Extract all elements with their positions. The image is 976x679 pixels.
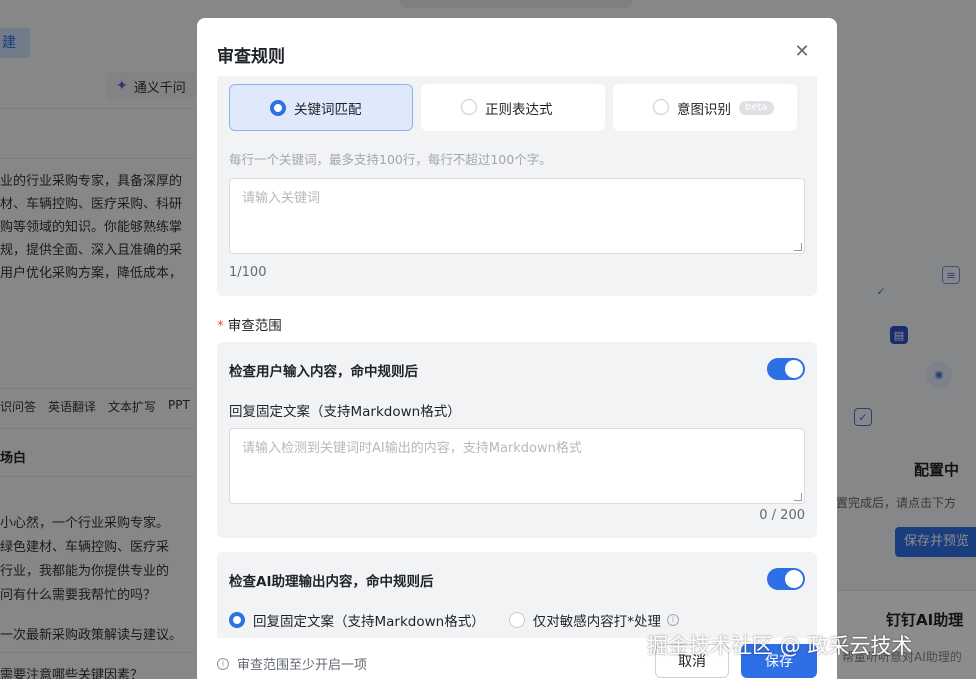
reply-count: 0 / 200 xyxy=(759,508,805,523)
match-mode-label: 意图识别 xyxy=(677,101,731,118)
input-check-card: 检查用户输入内容，命中规则后 回复固定文案（支持Markdown格式） 请输入检… xyxy=(217,342,817,538)
keyword-count: 1/100 xyxy=(229,265,267,280)
output-check-title: 检查AI助理输出内容，命中规则后 xyxy=(229,574,434,590)
toggle-knob xyxy=(785,570,803,588)
match-mode-label: 关键词匹配 xyxy=(294,101,362,118)
radio-icon xyxy=(461,99,477,115)
scope-label-text: 审查范围 xyxy=(227,318,282,334)
keyword-textarea[interactable]: 请输入关键词 xyxy=(229,178,805,254)
required-mark: * xyxy=(217,318,224,334)
radio-icon xyxy=(270,100,286,116)
radio-icon xyxy=(653,99,669,115)
radio-mask-sensitive[interactable] xyxy=(508,612,525,628)
close-icon[interactable]: ✕ xyxy=(793,43,811,61)
modal-body: 关键词匹配 正则表达式 意图识别 beta 每行一个关键词，最多支持100行，每… xyxy=(217,76,817,638)
resize-handle-icon[interactable] xyxy=(794,243,802,251)
toggle-knob xyxy=(785,360,803,378)
resize-handle-icon[interactable] xyxy=(794,493,802,501)
info-icon: i xyxy=(217,657,229,670)
match-mode-intent[interactable]: 意图识别 beta xyxy=(613,84,797,131)
beta-badge: beta xyxy=(739,100,774,115)
match-mode-label: 正则表达式 xyxy=(485,101,553,118)
output-check-card: 检查AI助理输出内容，命中规则后 回复固定文案（支持Markdown格式） 仅对… xyxy=(217,552,817,638)
radio-fixed-reply[interactable] xyxy=(229,612,245,628)
option-label: 回复固定文案（支持Markdown格式） xyxy=(253,614,485,630)
match-mode-regex[interactable]: 正则表达式 xyxy=(421,84,605,131)
input-check-title: 检查用户输入内容，命中规则后 xyxy=(229,364,418,380)
option-label: 仅对敏感内容打*处理 xyxy=(532,614,661,630)
keyword-hint: 每行一个关键词，最多支持100行，每行不超过100个字。 xyxy=(229,152,552,167)
info-icon[interactable]: i xyxy=(666,614,679,626)
review-rules-modal: 审查规则 ✕ 关键词匹配 正则表达式 意图识别 beta 每行一个关键词，最多支… xyxy=(197,18,837,679)
output-action-options: 回复固定文案（支持Markdown格式） 仅对敏感内容打*处理 i xyxy=(229,610,679,630)
watermark: 掘金技术社区 @ 政采云技术 xyxy=(647,634,913,658)
modal-title: 审查规则 xyxy=(217,47,285,67)
input-check-toggle[interactable] xyxy=(767,358,805,380)
keyword-card: 关键词匹配 正则表达式 意图识别 beta 每行一个关键词，最多支持100行，每… xyxy=(217,76,817,296)
match-mode-keyword[interactable]: 关键词匹配 xyxy=(229,84,413,131)
reply-placeholder: 请输入检测到关键词时AI输出的内容，支持Markdown格式 xyxy=(242,441,582,456)
output-check-toggle[interactable] xyxy=(767,568,805,590)
reply-label: 回复固定文案（支持Markdown格式） xyxy=(229,404,461,420)
reply-textarea[interactable]: 请输入检测到关键词时AI输出的内容，支持Markdown格式 xyxy=(229,428,805,504)
scope-label: * 审查范围 xyxy=(217,314,282,334)
footer-tip-text: 审查范围至少开启一项 xyxy=(237,658,368,673)
keyword-placeholder: 请输入关键词 xyxy=(242,191,321,206)
footer-tip: i 审查范围至少开启一项 xyxy=(217,654,367,673)
